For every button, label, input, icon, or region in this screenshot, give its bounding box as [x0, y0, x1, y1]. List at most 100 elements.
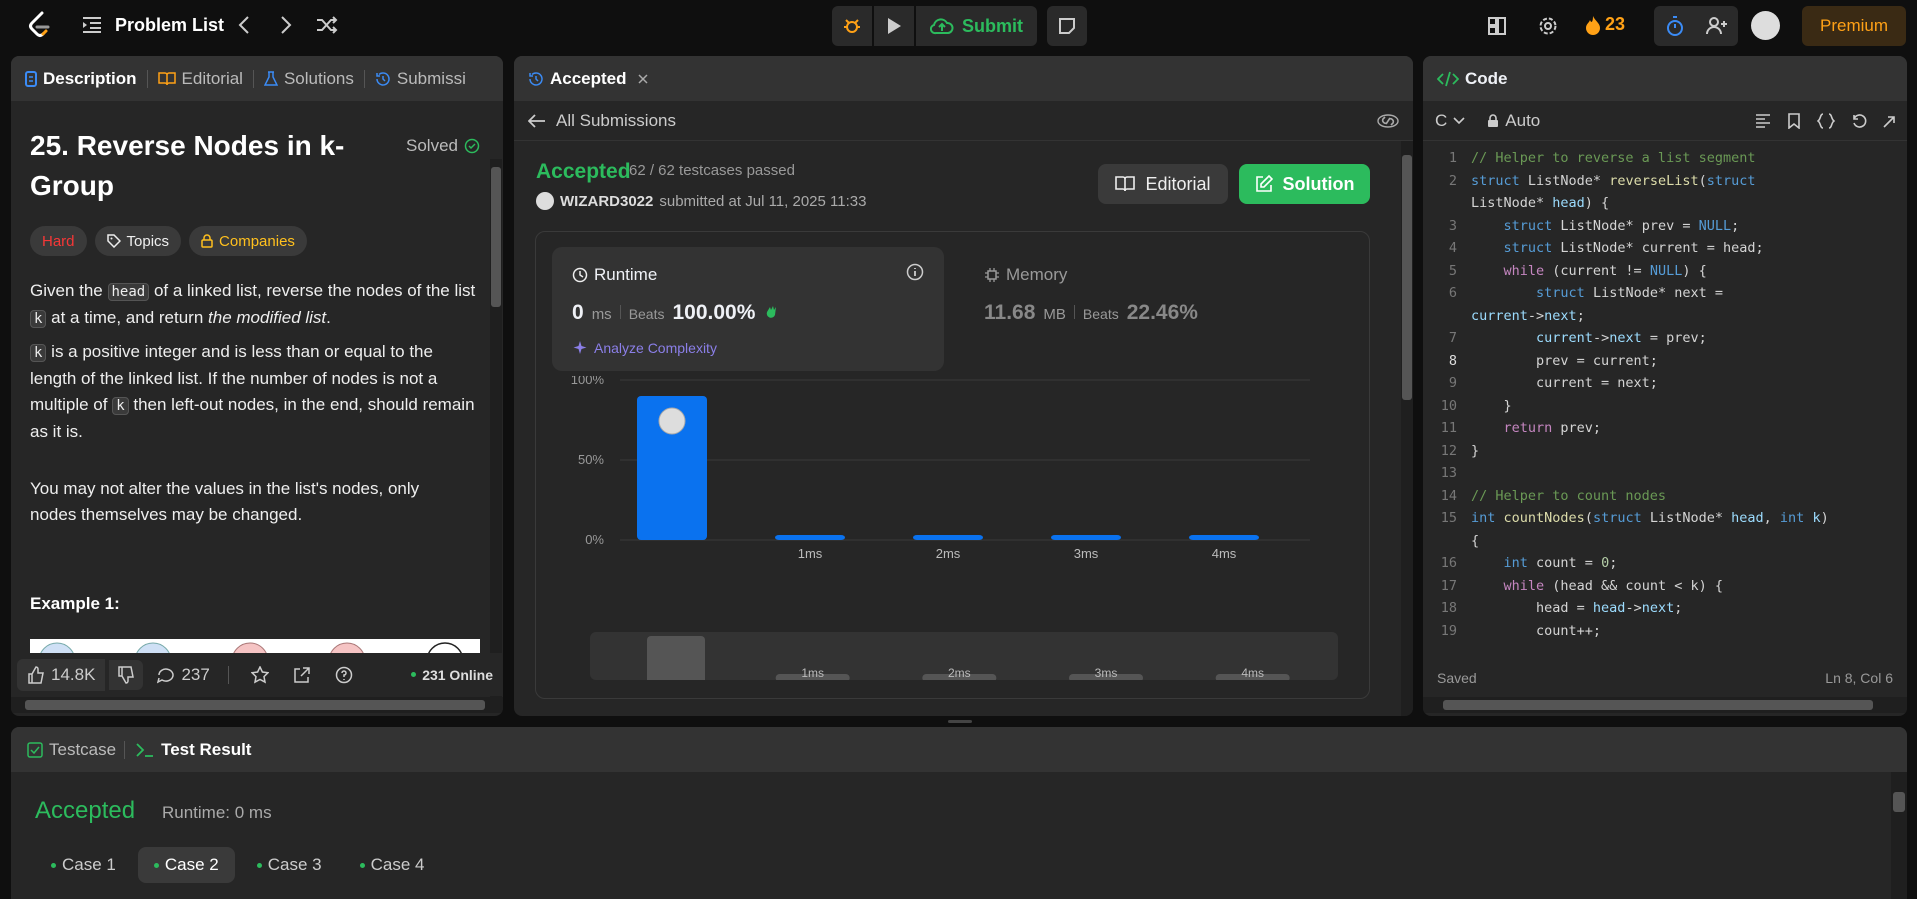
tab-testcase[interactable]: Testcase — [27, 727, 124, 772]
tag-icon — [106, 234, 121, 248]
bookmark-icon[interactable] — [1787, 112, 1801, 129]
like-button[interactable]: 14.8K — [17, 658, 106, 691]
problem-list-link[interactable]: Problem List — [115, 15, 224, 36]
tab-test-result[interactable]: Test Result — [125, 727, 261, 772]
stopwatch-icon[interactable] — [1654, 6, 1696, 46]
debug-icon[interactable] — [832, 6, 872, 46]
runtime-unit: ms — [591, 306, 612, 323]
braces-icon[interactable] — [1817, 112, 1835, 129]
settings-gear-icon[interactable] — [1538, 6, 1558, 46]
user-avatar[interactable] — [1751, 11, 1780, 40]
thumbs-down-icon[interactable] — [109, 659, 144, 690]
tab-editorial[interactable]: Editorial — [148, 56, 253, 101]
runtime-beats: 100.00% — [672, 301, 756, 324]
tab-accepted[interactable]: Accepted — [528, 56, 627, 101]
code-line: { — [1471, 532, 1480, 549]
premium-button[interactable]: Premium — [1802, 6, 1906, 46]
resize-handle[interactable] — [948, 720, 972, 723]
leetcode-logo-icon[interactable] — [26, 11, 52, 39]
tab-solutions[interactable]: Solutions — [254, 56, 364, 101]
reset-icon[interactable] — [1851, 113, 1867, 129]
tab-description-label: Description — [43, 68, 137, 88]
case-tab[interactable]: Case 2 — [137, 847, 235, 883]
case-tab[interactable]: Case 1 — [35, 847, 132, 883]
format-icon[interactable] — [1755, 113, 1771, 128]
memory-label-row: Memory — [984, 265, 1067, 285]
chart-bar — [1189, 535, 1259, 540]
comment-count: 237 — [181, 664, 210, 684]
code-line: 12} — [1440, 442, 1480, 459]
solved-label: Solved — [406, 136, 458, 155]
inline-code: k — [112, 397, 129, 415]
prev-problem-icon[interactable] — [238, 15, 250, 35]
notes-icon[interactable] — [1047, 6, 1087, 46]
next-problem-icon[interactable] — [280, 15, 292, 35]
submission-panel: Accepted All Submissions Accepted 62 / 6… — [514, 56, 1413, 716]
code-editor[interactable]: 1// Helper to reverse a list segment 2st… — [1423, 147, 1907, 642]
submission-tab-bar: Accepted — [514, 56, 1413, 101]
link-icon[interactable] — [1377, 113, 1399, 128]
memory-beats: 22.46% — [1126, 301, 1198, 324]
code-hscrollbar[interactable] — [1423, 697, 1907, 713]
runtime-label-row: Runtime — [572, 265, 657, 285]
description-hscrollbar[interactable] — [11, 697, 503, 713]
all-submissions-link[interactable]: All Submissions — [556, 111, 676, 131]
problem-list-icon[interactable] — [82, 16, 102, 34]
shuffle-icon[interactable] — [316, 15, 338, 35]
text: at a time, and return — [46, 308, 209, 327]
topics-chip[interactable]: Topics — [94, 226, 182, 256]
arrow-left-icon[interactable] — [528, 113, 546, 128]
info-icon[interactable] — [906, 263, 924, 281]
document-icon — [25, 70, 37, 87]
layout-icon[interactable] — [1487, 6, 1507, 46]
clock-icon — [572, 267, 588, 283]
result-runtime: Runtime: 0 ms — [162, 803, 272, 822]
companies-chip[interactable]: Companies — [189, 226, 307, 256]
close-icon[interactable] — [637, 73, 649, 85]
mini-tick-label: 2ms — [948, 666, 971, 680]
topics-label: Topics — [126, 232, 170, 250]
add-user-icon[interactable] — [1696, 6, 1738, 46]
chart-range-slider[interactable]: 1ms 2ms 3ms 4ms — [590, 632, 1338, 680]
divider — [619, 305, 621, 319]
analyze-complexity-link[interactable]: Analyze Complexity — [572, 340, 717, 356]
user-avatar-marker — [658, 407, 686, 435]
tab-description[interactable]: Description — [11, 56, 147, 101]
example-title: Example 1: — [30, 594, 120, 613]
star-icon[interactable] — [250, 665, 269, 684]
expand-icon[interactable] — [1883, 114, 1895, 128]
solution-button[interactable]: Solution — [1239, 164, 1370, 204]
terminal-icon — [135, 742, 155, 758]
emphasis: the modified list — [208, 308, 327, 327]
runtime-card[interactable]: Runtime 0 ms Beats 100.00% Analyze Compl… — [552, 247, 944, 371]
result-scrollbar[interactable] — [1891, 772, 1907, 899]
text: Given the — [30, 281, 108, 300]
streak-counter[interactable]: 23 — [1585, 14, 1625, 35]
help-icon[interactable] — [335, 666, 353, 684]
submit-button[interactable]: Submit — [916, 6, 1037, 46]
code-line: 18 head = head->next; — [1440, 600, 1683, 616]
text: of a linked list, reverse the nodes of t… — [149, 281, 476, 300]
code-brackets-icon — [1437, 71, 1459, 87]
editorial-button[interactable]: Editorial — [1098, 164, 1228, 204]
beats-label: Beats — [1082, 306, 1119, 322]
comments-button[interactable]: 237 — [157, 664, 210, 685]
timer-group — [1654, 6, 1738, 46]
share-icon[interactable] — [293, 666, 311, 684]
like-count: 14.8K — [51, 664, 96, 684]
runtime-value: 0 — [572, 301, 584, 324]
tab-code[interactable]: Code — [1465, 69, 1508, 89]
submission-scrollbar[interactable] — [1401, 141, 1413, 716]
result-tab-bar: Testcase Test Result — [11, 727, 1907, 772]
tab-submissions[interactable]: Submissi — [365, 56, 476, 101]
memory-card[interactable]: Memory 11.68 MB Beats 22.46% — [964, 247, 1264, 371]
mode-select[interactable]: Auto — [1487, 111, 1540, 131]
description-scrollbar[interactable] — [490, 159, 502, 704]
language-select[interactable]: C — [1435, 111, 1465, 131]
case-tab[interactable]: Case 3 — [241, 847, 338, 883]
case-tab[interactable]: Case 4 — [344, 847, 441, 883]
submit-label: Submit — [962, 15, 1023, 36]
run-icon[interactable] — [874, 6, 914, 46]
submitter-name[interactable]: WIZARD3022 — [560, 193, 653, 210]
code-line: 3 struct ListNode* prev = NULL; — [1448, 217, 1740, 234]
